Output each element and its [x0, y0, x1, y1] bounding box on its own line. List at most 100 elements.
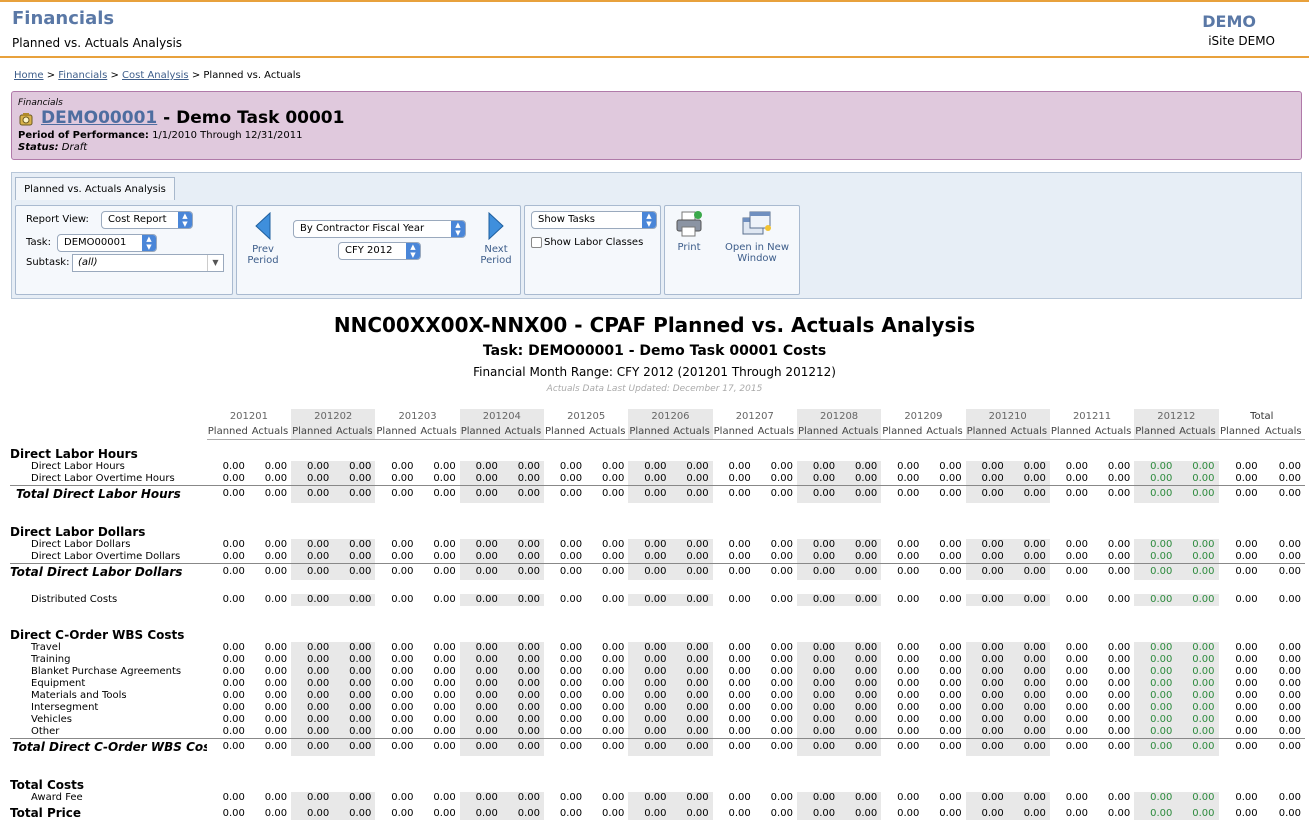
value-cell: 0.00: [1176, 594, 1219, 606]
value-cell: 0.00: [501, 642, 544, 654]
value-cell: 0.00: [839, 485, 882, 503]
value-cell: 0.00: [291, 803, 334, 820]
value-cell: 0.00: [770, 807, 793, 819]
value-cell: 0.00: [375, 562, 418, 580]
select-arrows-icon: ▲ ▼: [142, 235, 156, 251]
task-select[interactable]: DEMO00001 ▲ ▼: [57, 234, 157, 252]
value-cell: 0.00: [459, 550, 502, 563]
value-cell: 0.00: [206, 485, 249, 503]
next-period-button[interactable]: Next Period: [478, 212, 514, 266]
value-cell: 0.00: [433, 461, 456, 472]
show-tasks-select[interactable]: Show Tasks ▲ ▼: [531, 211, 657, 229]
value-cell: 0.00: [1176, 461, 1219, 473]
total-value-cell: 0.00: [1218, 562, 1262, 580]
prev-period-button[interactable]: Prev Period: [245, 212, 281, 266]
value-cell: 0.00: [459, 702, 502, 714]
total-value-cell: 0.00: [1235, 678, 1258, 689]
value-cell: 0.00: [459, 485, 502, 503]
value-cell: 0.00: [291, 594, 334, 606]
value-cell: 0.00: [1007, 791, 1050, 804]
value-cell: 0.00: [1176, 803, 1219, 820]
value-cell: 0.00: [1065, 702, 1089, 713]
value-cell: 0.00: [501, 550, 544, 563]
section-heading: Direct C-Order WBS Costs: [10, 628, 185, 642]
task-icon: [19, 113, 33, 126]
show-labor-classes-checkbox[interactable]: [531, 237, 542, 248]
value-cell: 0.00: [391, 726, 414, 737]
value-cell: 0.00: [796, 562, 840, 580]
value-cell: 0.00: [433, 642, 456, 653]
subtask-combobox[interactable]: (all) ▼: [72, 254, 224, 272]
value-cell: 0.00: [923, 485, 966, 503]
total-value-cell: 0.00: [1261, 738, 1305, 756]
total-value-cell: 0.00: [1235, 791, 1258, 803]
value-cell: 0.00: [544, 562, 587, 580]
period-type-select[interactable]: By Contractor Fiscal Year ▲ ▼: [293, 220, 466, 238]
value-cell: 0.00: [1065, 461, 1089, 472]
value-cell: 0.00: [248, 738, 292, 756]
value-cell: 0.00: [1107, 594, 1131, 605]
value-cell: 0.00: [1007, 550, 1050, 563]
value-cell: 0.00: [965, 702, 1008, 714]
value-cell: 0.00: [670, 714, 713, 726]
planned-column-header: Planned: [206, 425, 249, 440]
actions-panel: Print Open in New Window: [664, 205, 800, 295]
table-row: Intersegment 0.00 0.00 0.00 0.00 0.00 0.00 0.00…: [10, 702, 1305, 714]
value-cell: 0.00: [333, 550, 376, 563]
table-row: Total Direct Labor Dollars 0.00 0.00 0.00 0.…: [10, 562, 1305, 580]
value-cell: 0.00: [559, 690, 583, 701]
value-cell: 0.00: [796, 594, 840, 606]
value-cell: 0.00: [939, 642, 962, 653]
report-view-select[interactable]: Cost Report ▲ ▼: [101, 211, 193, 229]
value-cell: 0.00: [670, 473, 713, 486]
total-value-cell: 0.00: [1235, 538, 1258, 550]
period-select[interactable]: CFY 2012 ▲ ▼: [338, 242, 421, 260]
value-cell: 0.00: [1007, 461, 1050, 473]
value-cell: 0.00: [1176, 642, 1219, 654]
value-cell: 0.00: [1065, 594, 1089, 605]
value-cell: 0.00: [264, 538, 288, 550]
value-cell: 0.00: [754, 562, 797, 580]
value-cell: 0.00: [559, 538, 583, 550]
value-cell: 0.00: [391, 550, 414, 562]
print-button[interactable]: Print: [670, 210, 708, 253]
value-cell: 0.00: [333, 803, 376, 820]
value-cell: 0.00: [248, 562, 292, 580]
dropdown-arrow-icon: ▼: [207, 255, 223, 271]
month-header: 201208: [796, 409, 882, 425]
value-cell: 0.00: [965, 642, 1008, 654]
value-cell: 0.00: [602, 473, 625, 484]
breadcrumb-cost-analysis-link[interactable]: Cost Analysis: [122, 70, 189, 81]
table-row: Other 0.00 0.00 0.00 0.00 0.00 0.00 0.00 0.00 0.0…: [10, 726, 1305, 739]
value-cell: 0.00: [1134, 666, 1177, 678]
row-label: Training: [31, 654, 71, 665]
value-cell: 0.00: [291, 550, 334, 563]
value-cell: 0.00: [1176, 562, 1219, 580]
open-new-window-button[interactable]: Open in New Window: [719, 210, 795, 264]
value-cell: 0.00: [1007, 485, 1050, 503]
breadcrumb-financials-link[interactable]: Financials: [58, 70, 107, 81]
value-cell: 0.00: [291, 642, 334, 654]
value-cell: 0.00: [839, 791, 882, 804]
value-cell: 0.00: [501, 461, 544, 473]
value-cell: 0.00: [1176, 714, 1219, 726]
month-header: 201204: [459, 409, 544, 425]
task-id-link[interactable]: DEMO00001: [41, 108, 157, 128]
total-value-cell: 0.00: [1235, 726, 1258, 737]
value-cell: 0.00: [728, 550, 751, 562]
breadcrumb-home-link[interactable]: Home: [14, 70, 44, 81]
tab-planned-vs-actuals[interactable]: Planned vs. Actuals Analysis: [15, 177, 175, 200]
value-cell: 0.00: [222, 702, 245, 713]
value-cell: 0.00: [206, 738, 249, 756]
value-cell: 0.00: [391, 690, 414, 701]
value-cell: 0.00: [333, 702, 376, 714]
value-cell: 0.00: [670, 803, 713, 820]
value-cell: 0.00: [559, 726, 583, 737]
table-row: Direct Labor Hours 0.00 0.00 0.00 0.00 0.00 0.…: [10, 461, 1305, 473]
value-cell: 0.00: [417, 738, 460, 756]
value-cell: 0.00: [501, 654, 544, 666]
value-cell: 0.00: [628, 678, 671, 690]
planned-column-header: Planned: [796, 425, 840, 440]
value-cell: 0.00: [459, 666, 502, 678]
display-options-panel: Show Tasks ▲ ▼ Show Labor Classes: [524, 205, 661, 295]
